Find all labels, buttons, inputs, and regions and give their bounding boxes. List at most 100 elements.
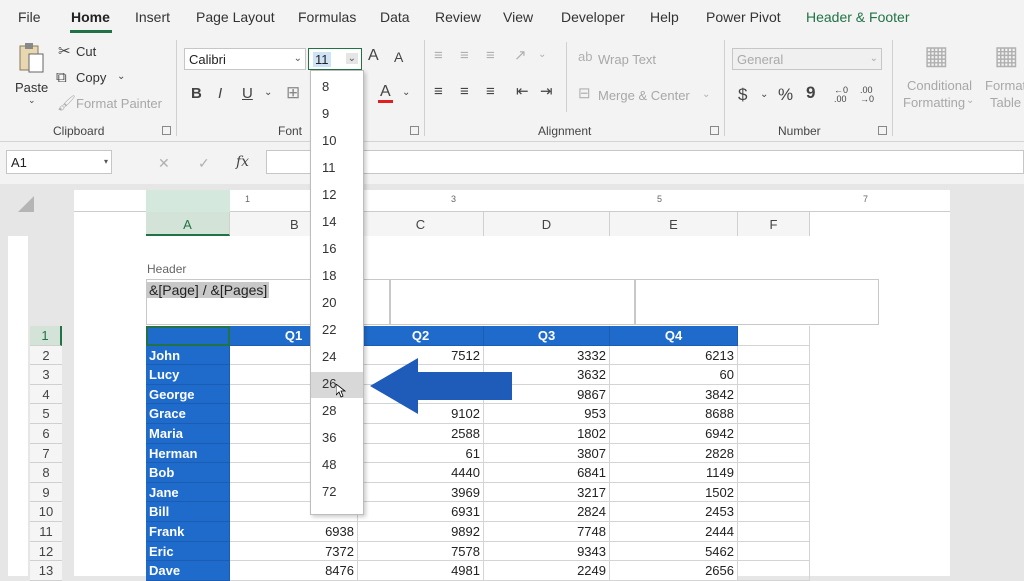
table-value-cell[interactable]: 3807: [484, 443, 610, 464]
font-size-option[interactable]: 9: [311, 102, 363, 128]
chevron-down-icon[interactable]: ⌄: [28, 96, 36, 105]
column-header-a[interactable]: A: [146, 212, 230, 236]
table-value-cell[interactable]: 4440: [358, 463, 484, 483]
comma-style-button[interactable]: 9: [806, 84, 815, 101]
font-launcher-icon[interactable]: [410, 126, 419, 135]
row-header[interactable]: 6: [30, 424, 62, 444]
table-name-cell[interactable]: Maria: [146, 424, 230, 444]
currency-button[interactable]: $: [738, 86, 747, 103]
empty-cell[interactable]: [738, 561, 810, 581]
font-size-option[interactable]: 14: [311, 210, 363, 236]
font-size-option[interactable]: 8: [311, 75, 363, 101]
table-value-cell[interactable]: 2444: [610, 522, 738, 542]
table-name-cell[interactable]: Bob: [146, 463, 230, 483]
font-size-option[interactable]: 72: [311, 480, 363, 506]
table-value-cell[interactable]: 3217: [484, 482, 610, 503]
column-header-d[interactable]: D: [484, 212, 610, 236]
format-as-table-button[interactable]: Format: [985, 78, 1024, 93]
table-value-cell[interactable]: 6213: [610, 345, 738, 366]
align-middle-icon[interactable]: ≡: [460, 48, 469, 63]
select-all-icon[interactable]: [18, 196, 34, 215]
header-right-section[interactable]: [635, 279, 879, 325]
table-value-cell[interactable]: 8688: [610, 404, 738, 424]
font-size-option[interactable]: 16: [311, 237, 363, 263]
column-header-f[interactable]: F: [738, 212, 810, 236]
row-header[interactable]: 4: [30, 384, 62, 405]
empty-cell[interactable]: [738, 365, 810, 385]
table-header-q3[interactable]: Q3: [484, 326, 610, 346]
enter-entry-button[interactable]: ✓: [198, 156, 210, 170]
align-center-icon[interactable]: ≡: [460, 84, 469, 99]
increase-decimal-button[interactable]: ←0 .00: [834, 86, 854, 104]
column-header-c[interactable]: C: [358, 212, 484, 236]
row-header[interactable]: 7: [30, 443, 62, 464]
row-header[interactable]: 2: [30, 345, 62, 366]
empty-cell[interactable]: [738, 404, 810, 424]
table-name-cell[interactable]: Jane: [146, 482, 230, 503]
wrap-text-button[interactable]: Wrap Text: [598, 52, 656, 67]
table-value-cell[interactable]: 1149: [610, 463, 738, 483]
table-name-cell[interactable]: Dave: [146, 561, 230, 581]
clipboard-launcher-icon[interactable]: [162, 126, 171, 135]
empty-cell[interactable]: [738, 443, 810, 464]
align-top-icon[interactable]: ≡: [434, 48, 443, 63]
font-name-select[interactable]: Calibri ⌄: [184, 48, 306, 70]
font-size-option[interactable]: 10: [311, 129, 363, 155]
number-launcher-icon[interactable]: [878, 126, 887, 135]
tab-header-footer[interactable]: Header & Footer: [806, 9, 910, 25]
chevron-down-icon[interactable]: ⌄: [117, 72, 125, 82]
empty-cell[interactable]: [738, 541, 810, 562]
underline-button[interactable]: U: [242, 86, 253, 101]
alignment-launcher-icon[interactable]: [710, 126, 719, 135]
grow-font-button[interactable]: A: [368, 48, 379, 64]
decrease-decimal-button[interactable]: .00 →0: [860, 86, 880, 104]
tab-data[interactable]: Data: [380, 9, 410, 25]
table-value-cell[interactable]: 1502: [610, 482, 738, 503]
percent-button[interactable]: %: [778, 86, 793, 103]
table-value-cell[interactable]: 6942: [610, 424, 738, 444]
empty-cell[interactable]: [738, 522, 810, 542]
font-size-option[interactable]: 22: [311, 318, 363, 344]
tab-page-layout[interactable]: Page Layout: [196, 9, 275, 25]
table-value-cell[interactable]: 61: [358, 443, 484, 464]
table-name-cell[interactable]: George: [146, 384, 230, 405]
conditional-formatting-button[interactable]: Conditional: [907, 78, 972, 93]
tab-developer[interactable]: Developer: [561, 9, 625, 25]
table-value-cell[interactable]: 8476: [230, 561, 358, 581]
table-name-cell[interactable]: Bill: [146, 502, 230, 522]
tab-help[interactable]: Help: [650, 9, 679, 25]
font-color-button[interactable]: A: [378, 84, 393, 103]
table-value-cell[interactable]: 5462: [610, 541, 738, 562]
font-size-option[interactable]: 12: [311, 183, 363, 209]
row-header[interactable]: 1: [30, 326, 62, 346]
font-size-option[interactable]: 36: [311, 426, 363, 452]
table-value-cell[interactable]: 7578: [358, 541, 484, 562]
formula-input[interactable]: [266, 150, 1024, 174]
tab-formulas[interactable]: Formulas: [298, 9, 356, 25]
chevron-down-icon[interactable]: ⌄: [702, 90, 710, 100]
table-value-cell[interactable]: 2453: [610, 502, 738, 522]
table-name-cell[interactable]: John: [146, 345, 230, 366]
shrink-font-button[interactable]: A: [394, 50, 403, 64]
font-size-option[interactable]: 20: [311, 291, 363, 317]
table-value-cell[interactable]: 1802: [484, 424, 610, 444]
row-header[interactable]: 9: [30, 482, 62, 503]
chevron-down-icon[interactable]: ⌄: [760, 90, 768, 100]
table-value-cell[interactable]: 3842: [610, 384, 738, 405]
row-header[interactable]: 5: [30, 404, 62, 424]
tab-power-pivot[interactable]: Power Pivot: [706, 9, 781, 25]
font-size-option[interactable]: 24: [311, 345, 363, 371]
row-header[interactable]: 13: [30, 561, 62, 581]
row-header[interactable]: 8: [30, 463, 62, 483]
font-size-option[interactable]: 18: [311, 264, 363, 290]
table-header-q2[interactable]: Q2: [358, 326, 484, 346]
table-value-cell[interactable]: 6938: [230, 522, 358, 542]
table-value-cell[interactable]: 9892: [358, 522, 484, 542]
cancel-entry-button[interactable]: ✕: [158, 156, 170, 170]
table-value-cell[interactable]: 2588: [358, 424, 484, 444]
align-left-icon[interactable]: ≡: [434, 84, 443, 99]
tab-file[interactable]: File: [18, 9, 41, 25]
table-value-cell[interactable]: 2828: [610, 443, 738, 464]
cut-button[interactable]: Cut: [76, 44, 96, 59]
empty-cell[interactable]: [738, 345, 810, 366]
